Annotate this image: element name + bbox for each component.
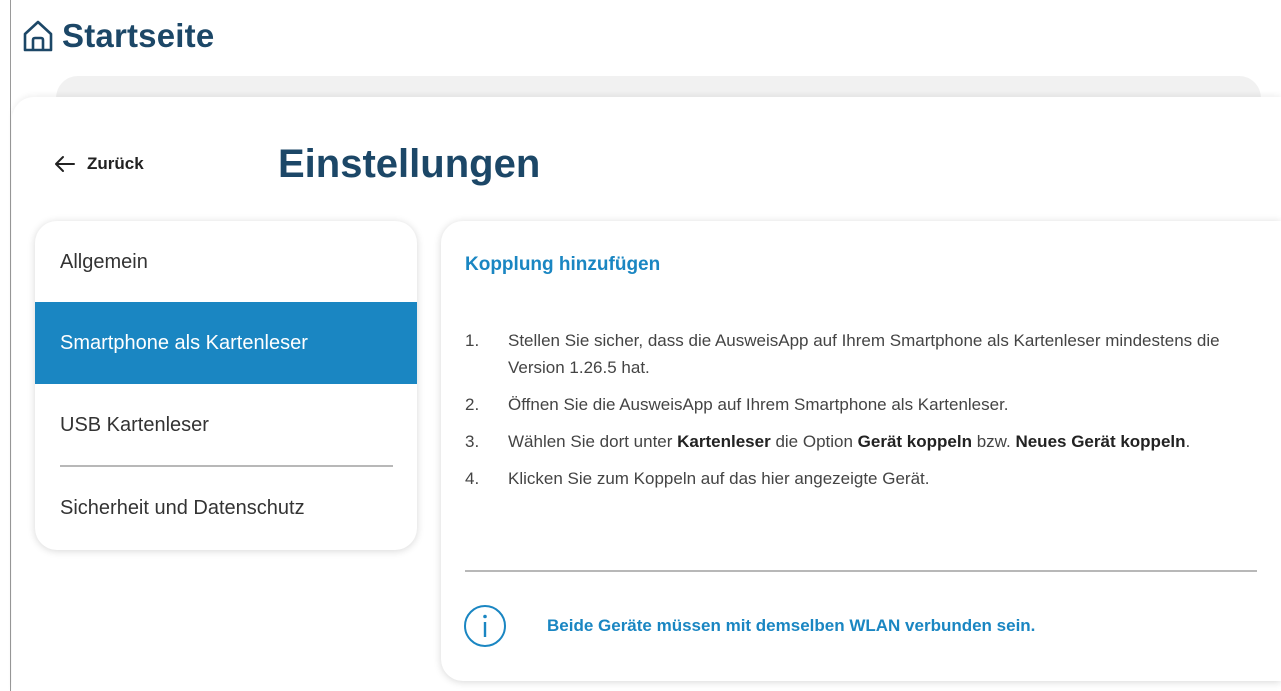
home-icon[interactable] (20, 18, 56, 54)
step-number: 1. (465, 331, 480, 350)
pairing-steps: 1. Stellen Sie sicher, dass die AusweisA… (465, 327, 1255, 502)
back-button[interactable]: Zurück (53, 152, 144, 176)
info-notice: Beide Geräte müssen mit demselben WLAN v… (463, 604, 1035, 648)
sidebar-item-usb[interactable]: USB Kartenleser (35, 384, 417, 466)
page-title: Einstellungen (278, 142, 541, 186)
top-bar: Startseite (20, 14, 214, 58)
sidebar-item-security[interactable]: Sicherheit und Datenschutz (35, 467, 417, 549)
step-item: 2. Öffnen Sie die AusweisApp auf Ihrem S… (465, 391, 1255, 418)
arrow-left-icon (55, 156, 75, 172)
card-divider (465, 570, 1257, 572)
step-item: 4. Klicken Sie zum Koppeln auf das hier … (465, 465, 1255, 492)
step-text: Wählen Sie dort unter Kartenleser die Op… (508, 432, 1191, 451)
pairing-card: Kopplung hinzufügen 1. Stellen Sie siche… (441, 221, 1281, 681)
step-number: 3. (465, 432, 480, 451)
step-text: Stellen Sie sicher, dass die AusweisApp … (508, 331, 1220, 377)
step-number: 4. (465, 469, 480, 488)
sidebar-item-smartphone[interactable]: Smartphone als Kartenleser (35, 302, 417, 384)
card-title: Kopplung hinzufügen (465, 254, 661, 275)
sidebar-item-allgemein[interactable]: Allgemein (35, 221, 417, 303)
settings-nav: Allgemein Smartphone als Kartenleser USB… (35, 221, 417, 550)
step-number: 2. (465, 395, 480, 414)
info-text: Beide Geräte müssen mit demselben WLAN v… (547, 616, 1036, 635)
step-item: 1. Stellen Sie sicher, dass die AusweisA… (465, 327, 1255, 381)
step-text: Klicken Sie zum Koppeln auf das hier ang… (508, 469, 930, 488)
step-text: Öffnen Sie die AusweisApp auf Ihrem Smar… (508, 395, 1009, 414)
info-icon (464, 605, 506, 647)
app-title[interactable]: Startseite (62, 17, 214, 55)
back-label: Zurück (87, 154, 144, 173)
step-item: 3. Wählen Sie dort unter Kartenleser die… (465, 428, 1255, 455)
